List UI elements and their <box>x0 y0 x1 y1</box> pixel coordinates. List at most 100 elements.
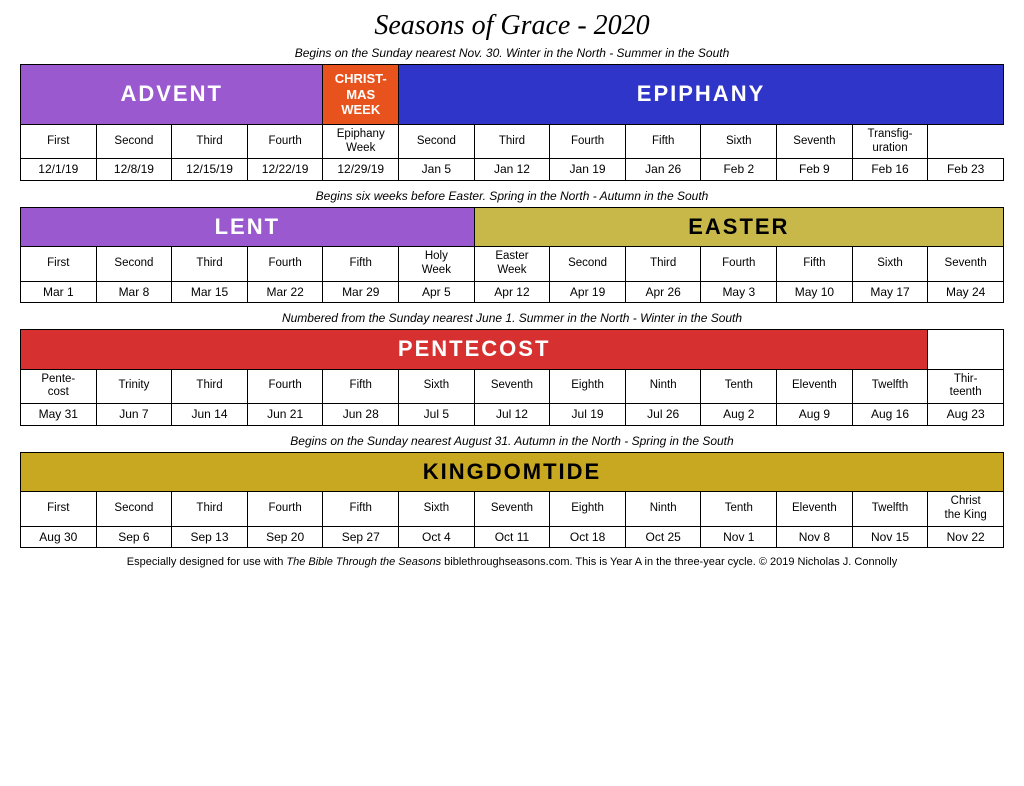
season-header-Easter: Easter <box>474 207 1003 246</box>
label-cell-3-8: Ninth <box>625 491 701 526</box>
date-cell-0-0: 12/1/19 <box>21 159 97 180</box>
date-cell-2-2: Jun 14 <box>172 404 248 425</box>
label-cell-1-2: Third <box>172 247 248 282</box>
label-cell-0-5: Second <box>399 124 475 159</box>
date-cell-1-11: May 17 <box>852 281 928 302</box>
date-cell-0-3: 12/22/19 <box>247 159 323 180</box>
label-cell-0-1: Second <box>96 124 172 159</box>
date-cell-1-4: Mar 29 <box>323 281 399 302</box>
date-cell-0-6: Jan 12 <box>474 159 550 180</box>
label-cell-0-2: Third <box>172 124 248 159</box>
date-cell-2-3: Jun 21 <box>247 404 323 425</box>
label-cell-0-6: Third <box>474 124 550 159</box>
season-block-1: Begins six weeks before Easter. Spring i… <box>20 189 1004 303</box>
label-cell-3-0: First <box>21 491 97 526</box>
date-cell-2-1: Jun 7 <box>96 404 172 425</box>
date-cell-2-5: Jul 5 <box>399 404 475 425</box>
season-table-3: KingdomtideFirstSecondThirdFourthFifthSi… <box>20 452 1004 548</box>
date-cell-3-11: Nov 15 <box>852 526 928 547</box>
date-cell-3-12: Nov 22 <box>928 526 1004 547</box>
date-cell-1-9: May 3 <box>701 281 777 302</box>
date-cell-1-1: Mar 8 <box>96 281 172 302</box>
label-cell-1-3: Fourth <box>247 247 323 282</box>
season-table-0: AdventChrist- mas WeekEpiphanyFirstSecon… <box>20 64 1004 181</box>
label-cell-1-6: EasterWeek <box>474 247 550 282</box>
label-cell-3-11: Twelfth <box>852 491 928 526</box>
label-cell-2-2: Third <box>172 369 248 404</box>
season-block-3: Begins on the Sunday nearest August 31. … <box>20 434 1004 548</box>
date-cell-1-5: Apr 5 <box>399 281 475 302</box>
label-cell-1-7: Second <box>550 247 626 282</box>
season-header-Lent: Lent <box>21 207 475 246</box>
date-cell-2-8: Jul 26 <box>625 404 701 425</box>
date-cell-0-4: 12/29/19 <box>323 159 399 180</box>
season-subtitle-3: Begins on the Sunday nearest August 31. … <box>20 434 1004 448</box>
label-cell-0-10: Seventh <box>777 124 853 159</box>
label-cell-1-0: First <box>21 247 97 282</box>
label-cell-2-0: Pente-cost <box>21 369 97 404</box>
date-cell-3-10: Nov 8 <box>777 526 853 547</box>
date-cell-3-7: Oct 18 <box>550 526 626 547</box>
season-header-Christ-masWeek: Christ- mas Week <box>323 65 399 125</box>
date-cell-3-1: Sep 6 <box>96 526 172 547</box>
date-cell-1-3: Mar 22 <box>247 281 323 302</box>
date-cell-3-5: Oct 4 <box>399 526 475 547</box>
label-cell-3-4: Fifth <box>323 491 399 526</box>
date-cell-3-2: Sep 13 <box>172 526 248 547</box>
label-cell-3-6: Seventh <box>474 491 550 526</box>
date-cell-3-9: Nov 1 <box>701 526 777 547</box>
label-cell-2-4: Fifth <box>323 369 399 404</box>
date-cell-1-0: Mar 1 <box>21 281 97 302</box>
season-header-Pentecost: Pentecost <box>21 330 928 369</box>
label-cell-2-9: Tenth <box>701 369 777 404</box>
date-cell-2-9: Aug 2 <box>701 404 777 425</box>
label-cell-1-10: Fifth <box>777 247 853 282</box>
footer-note: Especially designed for use with The Bib… <box>20 556 1004 568</box>
label-cell-3-7: Eighth <box>550 491 626 526</box>
label-cell-2-5: Sixth <box>399 369 475 404</box>
date-cell-0-9: Feb 2 <box>701 159 777 180</box>
label-cell-3-9: Tenth <box>701 491 777 526</box>
season-header-Epiphany: Epiphany <box>399 65 1004 125</box>
label-cell-2-1: Trinity <box>96 369 172 404</box>
label-cell-0-0: First <box>21 124 97 159</box>
label-cell-1-12: Seventh <box>928 247 1004 282</box>
label-cell-2-8: Ninth <box>625 369 701 404</box>
season-subtitle-2: Numbered from the Sunday nearest June 1.… <box>20 311 1004 325</box>
label-cell-0-9: Sixth <box>701 124 777 159</box>
date-cell-2-11: Aug 16 <box>852 404 928 425</box>
date-cell-1-10: May 10 <box>777 281 853 302</box>
label-cell-3-1: Second <box>96 491 172 526</box>
date-cell-1-6: Apr 12 <box>474 281 550 302</box>
date-cell-2-12: Aug 23 <box>928 404 1004 425</box>
date-cell-1-12: May 24 <box>928 281 1004 302</box>
label-cell-1-9: Fourth <box>701 247 777 282</box>
label-cell-1-5: HolyWeek <box>399 247 475 282</box>
season-block-2: Numbered from the Sunday nearest June 1.… <box>20 311 1004 425</box>
label-cell-2-12: Thir-teenth <box>928 369 1004 404</box>
season-table-1: LentEasterFirstSecondThirdFourthFifthHol… <box>20 207 1004 303</box>
label-cell-2-11: Twelfth <box>852 369 928 404</box>
label-cell-3-2: Third <box>172 491 248 526</box>
season-header-Kingdomtide: Kingdomtide <box>21 452 1004 491</box>
season-header- <box>928 330 1004 369</box>
label-cell-2-6: Seventh <box>474 369 550 404</box>
page-title: Seasons of Grace - 2020 <box>20 10 1004 42</box>
date-cell-3-4: Sep 27 <box>323 526 399 547</box>
label-cell-3-12: Christthe King <box>928 491 1004 526</box>
label-cell-3-3: Fourth <box>247 491 323 526</box>
date-cell-0-2: 12/15/19 <box>172 159 248 180</box>
date-cell-0-10: Feb 9 <box>777 159 853 180</box>
season-header-Advent: Advent <box>21 65 323 125</box>
label-cell-1-4: Fifth <box>323 247 399 282</box>
date-cell-2-0: May 31 <box>21 404 97 425</box>
season-subtitle-0: Begins on the Sunday nearest Nov. 30. Wi… <box>20 46 1004 60</box>
date-cell-0-12: Feb 23 <box>928 159 1004 180</box>
label-cell-1-1: Second <box>96 247 172 282</box>
date-cell-1-8: Apr 26 <box>625 281 701 302</box>
date-cell-2-7: Jul 19 <box>550 404 626 425</box>
label-cell-0-11: Transfig-uration <box>852 124 928 159</box>
label-cell-0-7: Fourth <box>550 124 626 159</box>
date-cell-0-1: 12/8/19 <box>96 159 172 180</box>
season-block-0: Begins on the Sunday nearest Nov. 30. Wi… <box>20 46 1004 181</box>
